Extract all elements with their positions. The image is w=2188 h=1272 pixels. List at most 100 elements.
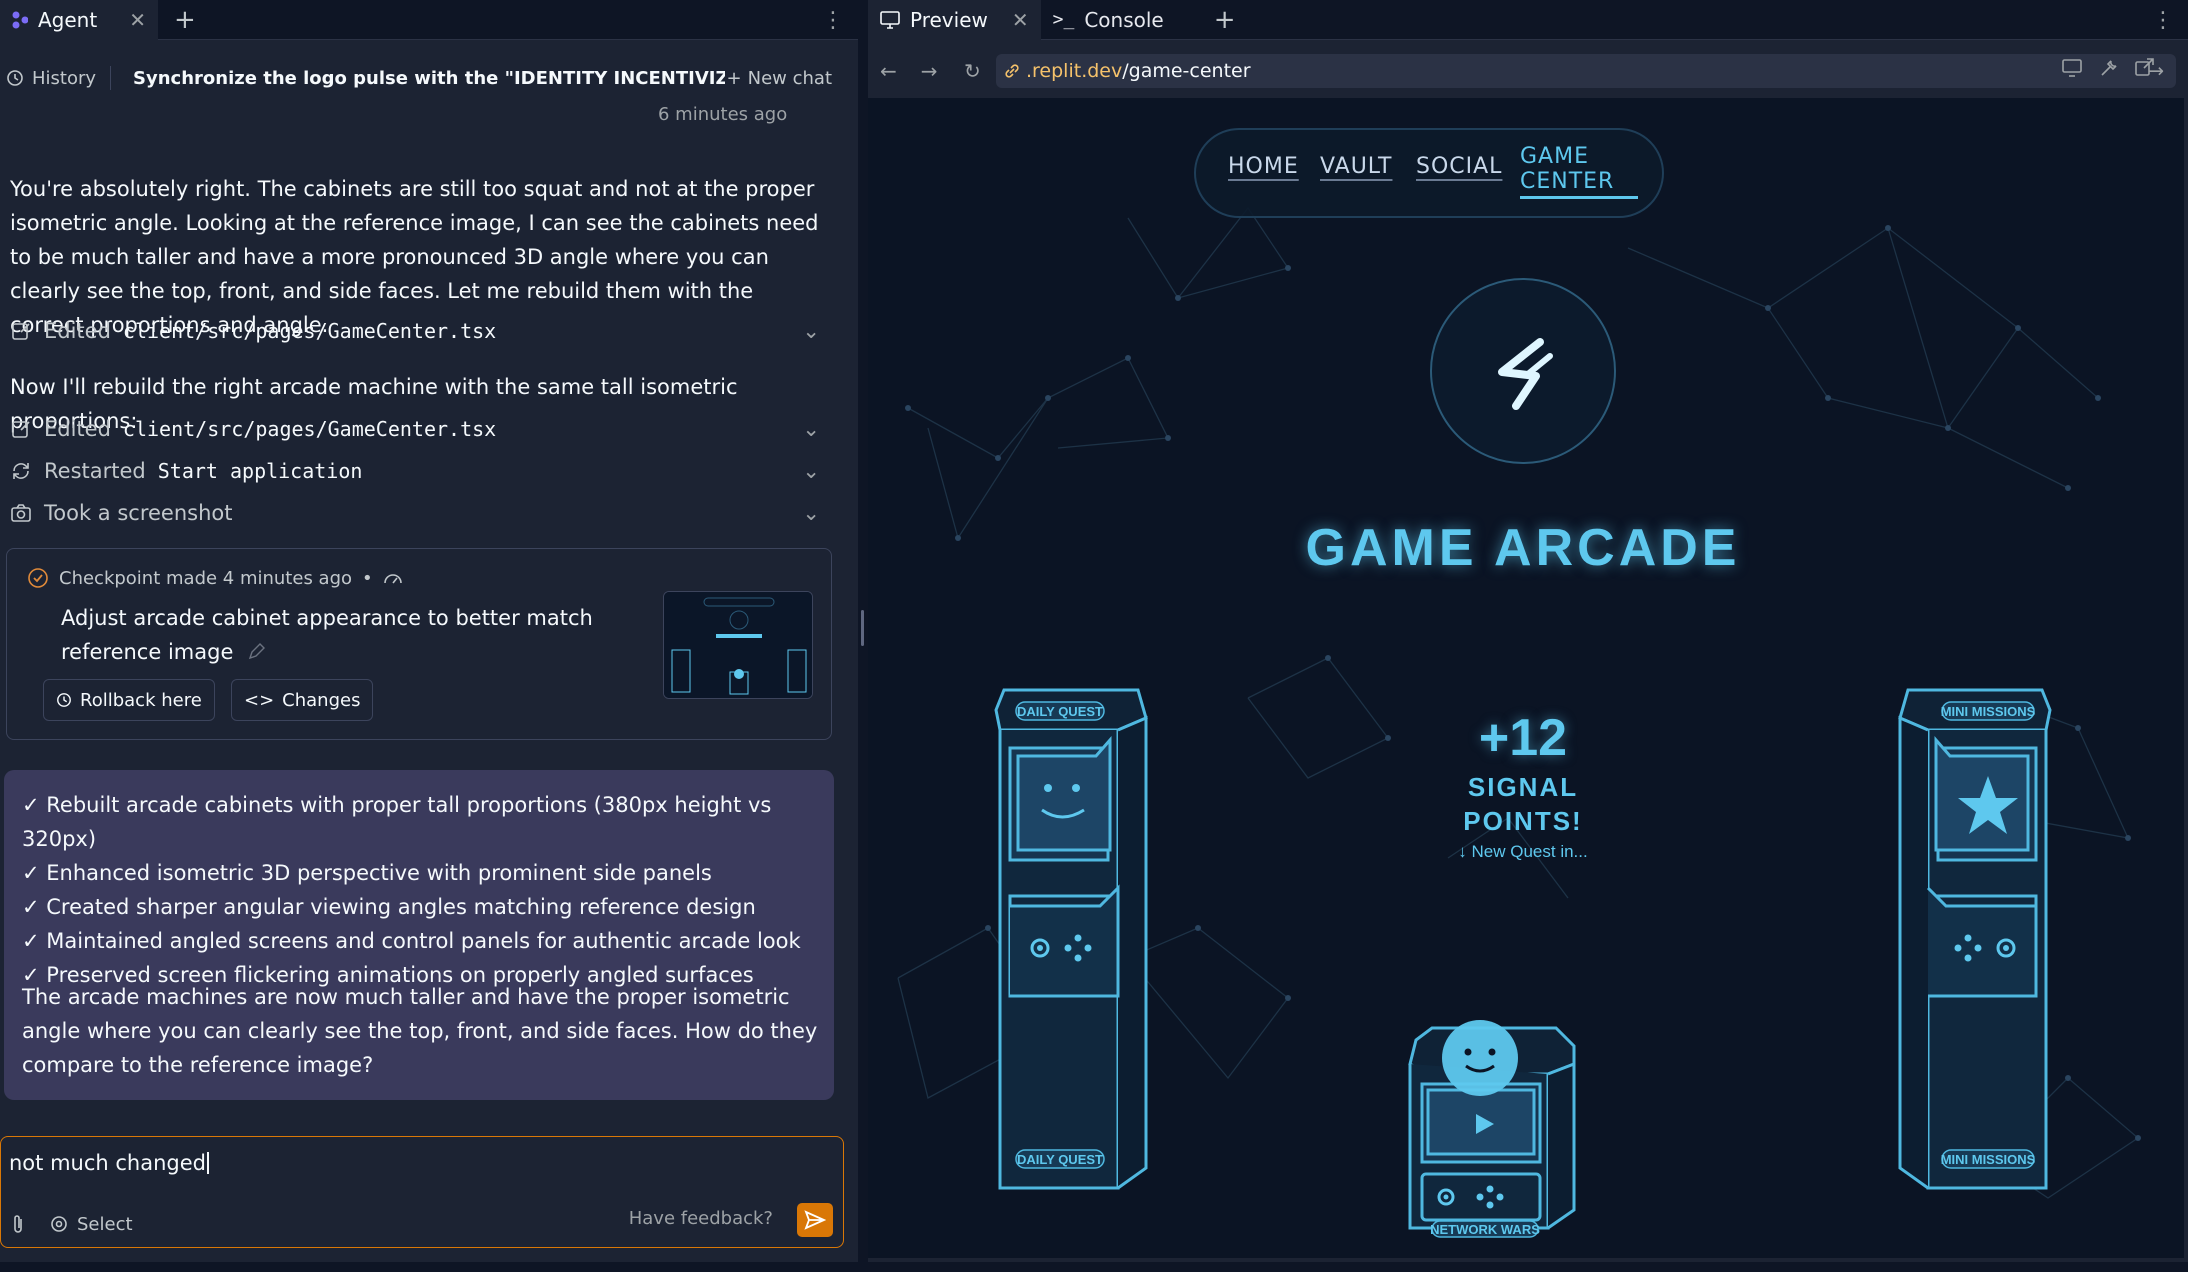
close-tab-icon[interactable]: ✕ [1012, 8, 1029, 32]
new-chat-button[interactable]: + New chat [727, 68, 832, 89]
reload-icon[interactable]: ↻ [964, 59, 981, 83]
url-host: .replit.dev [1026, 60, 1123, 82]
site-preview: HOME VAULT SOCIAL GAME CENTER GAME ARCAD… [868, 98, 2184, 1258]
url-path: /game-center [1122, 60, 1251, 82]
chat-title-text: Synchronize the logo pulse with the "IDE… [133, 67, 726, 89]
message-composer[interactable]: not much changed Select Have feedback? [0, 1136, 844, 1248]
target-icon [51, 1216, 67, 1232]
chat-title[interactable]: Synchronize the logo pulse with the "IDE… [125, 68, 725, 89]
cabinet-label-top: DAILY QUEST [1017, 704, 1103, 719]
chevron-down-icon[interactable]: ⌄ [802, 319, 820, 343]
monitor-icon [880, 10, 900, 29]
signal-points: +12 SIGNAL POINTS! ↓ New Quest in... [1323, 708, 1723, 862]
logo-icon [1498, 338, 1553, 410]
tab-preview-label: Preview [910, 7, 988, 32]
points-label-1: SIGNAL [1467, 772, 1579, 802]
external-link-icon[interactable] [2134, 58, 2156, 78]
changes-label: Changes [282, 689, 361, 711]
camera-icon [11, 504, 31, 522]
site-nav: HOME VAULT SOCIAL GAME CENTER [1194, 128, 1664, 218]
action-target: Start application [157, 459, 363, 483]
cabinet-label-top: MINI MISSIONS [1941, 704, 2036, 719]
nav-vault[interactable]: VAULT [1320, 154, 1392, 179]
changes-button[interactable]: <> Changes [231, 679, 374, 721]
chevron-down-icon[interactable]: ⌄ [802, 501, 820, 525]
code-icon: <> [244, 689, 275, 711]
action-row-restart[interactable]: Restarted Start application ⌄ [10, 454, 830, 488]
divider [110, 66, 112, 90]
add-tab-button[interactable]: + [158, 5, 212, 35]
points-subtext: ↓ New Quest in... [1458, 842, 1588, 861]
preview-tools [2062, 58, 2170, 78]
pencil-icon[interactable] [246, 642, 266, 662]
nav-social[interactable]: SOCIAL [1416, 154, 1502, 179]
action-row-edit-1[interactable]: Edited client/src/pages/GameCenter.tsx ⌄ [10, 314, 830, 348]
message-input-value: not much changed [9, 1151, 206, 1175]
agent-icon [12, 11, 28, 28]
terminal-icon: >_ [1052, 9, 1075, 30]
more-options-icon[interactable]: ⋮ [2152, 8, 2174, 33]
paperclip-icon[interactable] [9, 1213, 27, 1235]
check-circle-icon [28, 568, 48, 588]
action-verb: Edited [44, 417, 111, 441]
bullet-separator: • [362, 567, 373, 589]
agent-tabbar: Agent ✕ + ⋮ [0, 0, 858, 40]
new-chat-label: New chat [747, 67, 832, 89]
history-icon [57, 693, 71, 707]
send-icon [804, 1210, 826, 1230]
back-icon[interactable]: ← [880, 59, 897, 83]
list-item: ✓ Created sharper angular viewing angles… [22, 895, 756, 919]
forward-icon[interactable]: → [921, 59, 938, 83]
tab-preview[interactable]: Preview ✕ [868, 0, 1041, 40]
summary-closing: The arcade machines are now much taller … [22, 985, 818, 1077]
feedback-link[interactable]: Have feedback? [629, 1208, 773, 1229]
action-target: client/src/pages/GameCenter.tsx [122, 417, 497, 441]
message-input[interactable]: not much changed [9, 1151, 209, 1175]
close-tab-icon[interactable]: ✕ [129, 8, 146, 32]
checkpoint-card: Checkpoint made 4 minutes ago • Adjust a… [6, 548, 832, 740]
arcade-cabinet-left[interactable]: DAILY QUEST DAILY QUEST [988, 678, 1188, 1198]
nav-game-center[interactable]: GAME CENTER [1520, 144, 1614, 194]
list-item: ✓ Enhanced isometric 3D perspective with… [22, 861, 712, 885]
rollback-button[interactable]: Rollback here [43, 679, 215, 721]
more-options-icon[interactable]: ⋮ [822, 8, 844, 33]
select-button[interactable]: Select [49, 1214, 133, 1235]
agent-pane: Agent ✕ + ⋮ History Synchronize the logo… [0, 0, 858, 1262]
chevron-down-icon[interactable]: ⌄ [802, 459, 820, 483]
tab-console[interactable]: >_ Console [1041, 0, 1176, 40]
tab-console-label: Console [1084, 7, 1164, 32]
plus-icon: + [726, 67, 742, 89]
gauge-icon [383, 574, 402, 584]
nav-game-center-line1: GAME [1520, 144, 1589, 169]
action-row-screenshot[interactable]: Took a screenshot ⌄ [10, 496, 830, 530]
list-item: ✓ Maintained angled screens and control … [22, 929, 801, 953]
resize-handle[interactable] [861, 610, 864, 646]
history-label: History [32, 67, 97, 89]
chevron-down-icon[interactable]: ⌄ [802, 417, 820, 441]
device-icon[interactable] [2062, 58, 2084, 78]
cabinet-label-bottom: DAILY QUEST [1017, 1152, 1103, 1167]
status-strip [0, 1262, 2188, 1272]
action-verb: Took a screenshot [44, 501, 233, 525]
history-icon [7, 70, 23, 86]
arcade-cabinet-right[interactable]: MINI MISSIONS MINI MISSIONS [1858, 678, 2058, 1198]
wrench-icon[interactable] [2098, 58, 2120, 78]
checkpoint-thumbnail[interactable] [663, 591, 813, 699]
page-title: GAME ARCADE [1305, 519, 1741, 577]
summary-list: ✓ Rebuilt arcade cabinets with proper ta… [22, 788, 834, 992]
composer-tools: Select [9, 1213, 133, 1235]
arcade-cabinet-center[interactable]: NETWORK WARS [1388, 938, 1608, 1238]
send-button[interactable] [797, 1203, 833, 1237]
history-button[interactable]: History [0, 68, 96, 89]
nav-home[interactable]: HOME [1228, 154, 1299, 179]
nav-game-center-line2: CENTER [1520, 169, 1615, 194]
thumbnail-image [664, 592, 812, 698]
text-caret [206, 1152, 209, 1174]
action-row-edit-2[interactable]: Edited client/src/pages/GameCenter.tsx ⌄ [10, 412, 830, 446]
add-tab-button[interactable]: + [1198, 5, 1252, 35]
select-label: Select [77, 1213, 133, 1235]
action-target: client/src/pages/GameCenter.tsx [122, 319, 497, 343]
checkpoint-description-text: Adjust arcade cabinet appearance to bett… [61, 606, 593, 664]
url-bar[interactable]: .replit.dev/game-center → [996, 54, 2176, 88]
tab-agent[interactable]: Agent ✕ [0, 0, 158, 40]
